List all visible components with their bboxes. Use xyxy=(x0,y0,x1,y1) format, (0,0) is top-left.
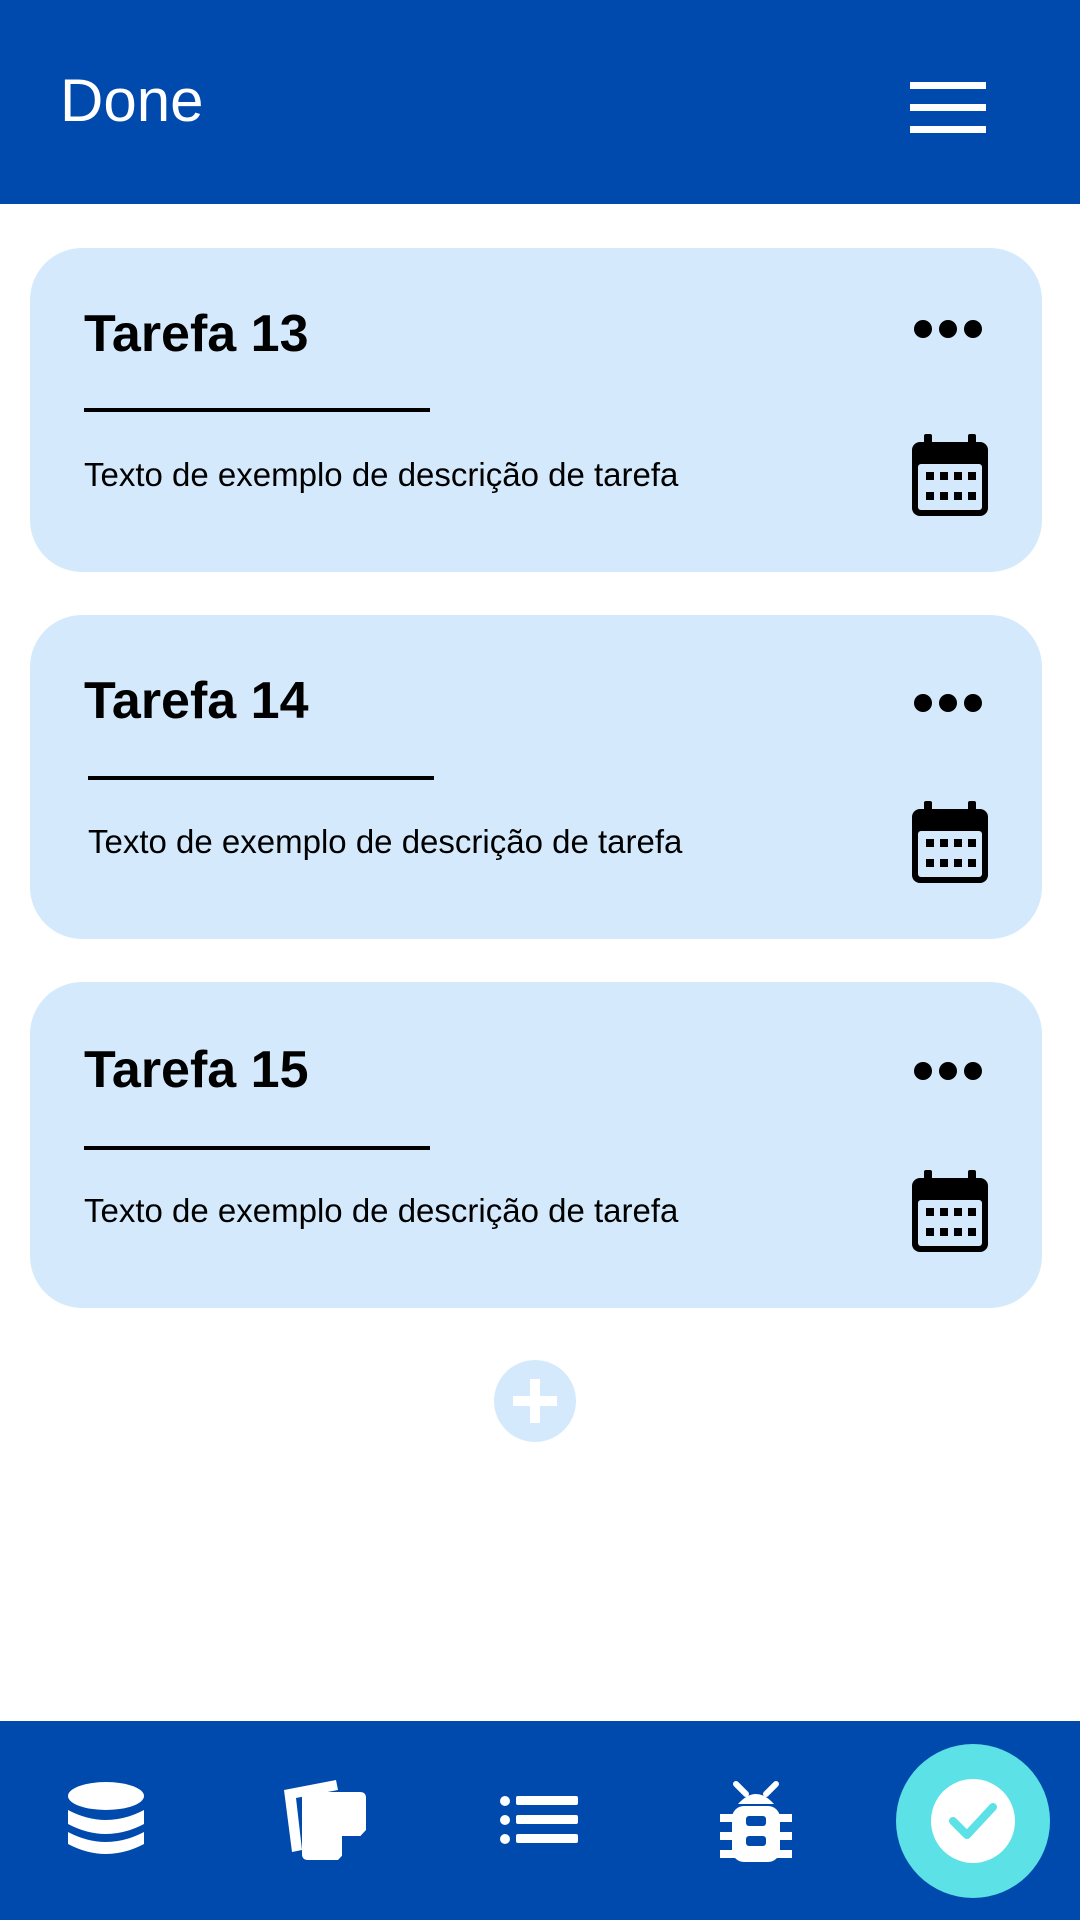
check-button[interactable] xyxy=(896,1744,1050,1898)
check-icon xyxy=(949,1803,997,1839)
notes-icon[interactable] xyxy=(280,1776,370,1864)
task-card[interactable]: Tarefa 13 Texto de exemplo de descrição … xyxy=(30,248,1042,572)
task-title: Tarefa 15 xyxy=(84,1041,309,1099)
calendar-icon[interactable] xyxy=(910,1170,990,1254)
more-options-icon[interactable] xyxy=(912,694,984,714)
hamburger-menu-icon[interactable] xyxy=(908,80,988,136)
page-title: Done xyxy=(60,67,204,134)
divider xyxy=(84,408,430,412)
more-options-icon[interactable] xyxy=(912,1062,984,1082)
task-title: Tarefa 13 xyxy=(84,305,309,363)
task-description: Texto de exemplo de descrição de tarefa xyxy=(84,456,679,493)
app-header: Done xyxy=(0,0,1080,204)
task-description: Texto de exemplo de descrição de tarefa xyxy=(84,1192,679,1229)
calendar-icon[interactable] xyxy=(910,434,990,518)
divider xyxy=(88,776,434,780)
divider xyxy=(84,1146,430,1150)
task-description: Texto de exemplo de descrição de tarefa xyxy=(88,823,683,860)
calendar-icon[interactable] xyxy=(910,801,990,885)
add-task-button[interactable] xyxy=(494,1360,576,1442)
task-card[interactable]: Tarefa 15 Texto de exemplo de descrição … xyxy=(30,982,1042,1308)
more-options-icon[interactable] xyxy=(912,320,984,340)
task-title: Tarefa 14 xyxy=(84,672,309,730)
check-circle xyxy=(931,1779,1015,1863)
database-icon[interactable] xyxy=(66,1780,146,1860)
bug-icon[interactable] xyxy=(720,1780,792,1864)
list-icon[interactable] xyxy=(500,1796,580,1844)
task-card[interactable]: Tarefa 14 Texto de exemplo de descrição … xyxy=(30,615,1042,939)
